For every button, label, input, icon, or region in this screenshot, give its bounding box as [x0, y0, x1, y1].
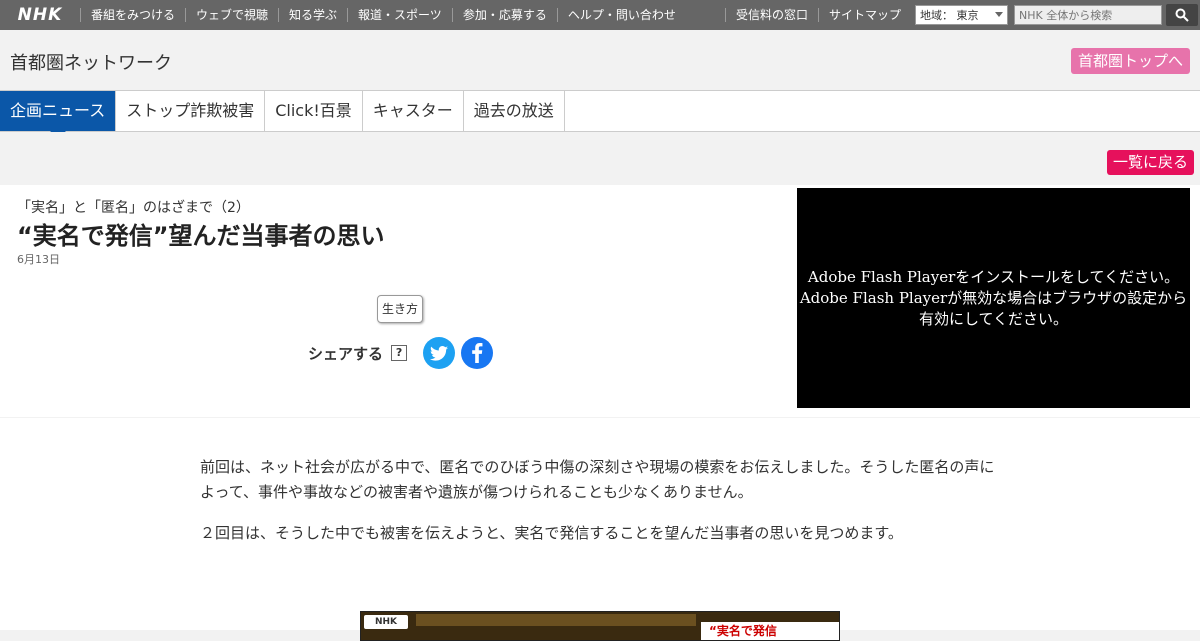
flash-message-line: Adobe Flash Playerをインストールをしてください。	[807, 267, 1180, 286]
station-top-link[interactable]: 首都圏トップへ	[1070, 48, 1190, 74]
article-tag[interactable]: 生き方	[377, 295, 424, 323]
share-bar: シェアする ?	[308, 337, 494, 369]
tab-stop-fraud[interactable]: ストップ詐欺被害	[116, 91, 266, 131]
article-image: NHK “実名で発信	[360, 611, 840, 641]
flash-message-line: Adobe Flash Playerが無効な場合はブラウザの設定から	[799, 288, 1188, 307]
nhk-logo[interactable]: NHK	[0, 0, 80, 30]
twitter-icon	[430, 345, 449, 361]
search-icon	[1175, 8, 1189, 22]
station-header: 首都圏ネットワーク 首都圏トップへ	[0, 30, 1200, 91]
nav-learn[interactable]: 知る学ぶ	[278, 8, 347, 22]
nav-license-fee[interactable]: 受信料の窓口	[724, 8, 818, 22]
nav-news-sports[interactable]: 報道・スポーツ	[347, 8, 452, 22]
global-nav: 番組をみつける ウェブで視聴 知る学ぶ 報道・スポーツ 参加・応募する ヘルプ・…	[80, 0, 686, 30]
article-header: 「実名」と「匿名」のはざまで（2） “実名で発信”望んだ当事者の思い 6月13日…	[0, 185, 1200, 417]
nav-find-programs[interactable]: 番組をみつける	[80, 8, 185, 22]
nav-participate[interactable]: 参加・応募する	[451, 8, 557, 22]
tab-label: Click!百景	[275, 101, 352, 120]
nav-help[interactable]: ヘルプ・問い合わせ	[556, 8, 686, 22]
twitter-share-button[interactable]	[423, 337, 456, 369]
tab-click-hyakkei[interactable]: Click!百景	[265, 91, 363, 131]
program-tabs: 企画ニュース ストップ詐欺被害 Click!百景 キャスター 過去の放送	[0, 91, 1200, 138]
tab-label: 過去の放送	[473, 101, 554, 120]
share-label: シェアする	[308, 344, 384, 363]
flash-player-message: Adobe Flash Playerをインストールをしてください。 Adobe …	[800, 267, 1187, 330]
article-date: 6月13日	[17, 253, 60, 266]
facebook-share-button[interactable]	[461, 337, 494, 369]
region-select[interactable]: 地域： 東京	[915, 5, 1008, 25]
search-button[interactable]	[1166, 4, 1198, 26]
back-to-list-button[interactable]: 一覧に戻る	[1106, 150, 1194, 175]
share-help-icon[interactable]: ?	[391, 345, 408, 361]
tab-casters[interactable]: キャスター	[362, 91, 464, 131]
facebook-icon	[472, 343, 483, 363]
tab-past-broadcasts[interactable]: 過去の放送	[463, 91, 565, 131]
list-back-band: 一覧に戻る	[0, 132, 1200, 184]
tab-label: ストップ詐欺被害	[126, 101, 255, 120]
image-nhk-logo: NHK	[364, 615, 408, 629]
nav-sitemap[interactable]: サイトマップ	[817, 8, 911, 22]
nav-watch-web[interactable]: ウェブで視聴	[185, 8, 278, 22]
station-title[interactable]: 首都圏ネットワーク	[10, 49, 172, 75]
image-caption: “実名で発信	[701, 622, 839, 640]
search-input[interactable]	[1014, 5, 1162, 25]
article-subtitle: 「実名」と「匿名」のはざまで（2）	[17, 200, 250, 216]
global-header: NHK 番組をみつける ウェブで視聴 知る学ぶ 報道・スポーツ 参加・応募する …	[0, 0, 1200, 30]
flash-message-line: 有効にしてください。	[918, 309, 1069, 328]
chevron-down-icon	[995, 12, 1003, 17]
article-paragraph: ２回目は、そうした中でも被害を伝えようと、実名で発信することを望んだ当事者の思い…	[200, 524, 903, 542]
tab-label: キャスター	[372, 101, 453, 120]
header-right: 受信料の窓口 サイトマップ 地域： 東京	[724, 0, 1200, 30]
tab-label: 企画ニュース	[10, 101, 106, 120]
article-headline: “実名で発信”望んだ当事者の思い	[17, 222, 385, 250]
article-paragraph: 前回は、ネット社会が広がる中で、匿名でのひぼう中傷の深刻さや現場の模索をお伝えし…	[200, 458, 995, 501]
tab-feature-news[interactable]: 企画ニュース	[0, 91, 117, 138]
image-caption-bar	[416, 614, 696, 626]
article-body: 前回は、ネット社会が広がる中で、匿名でのひぼう中傷の深刻さや現場の模索をお伝えし…	[0, 418, 1200, 641]
region-select-label: 地域： 東京	[920, 9, 979, 22]
video-player[interactable]: Adobe Flash Playerをインストールをしてください。 Adobe …	[797, 188, 1190, 408]
